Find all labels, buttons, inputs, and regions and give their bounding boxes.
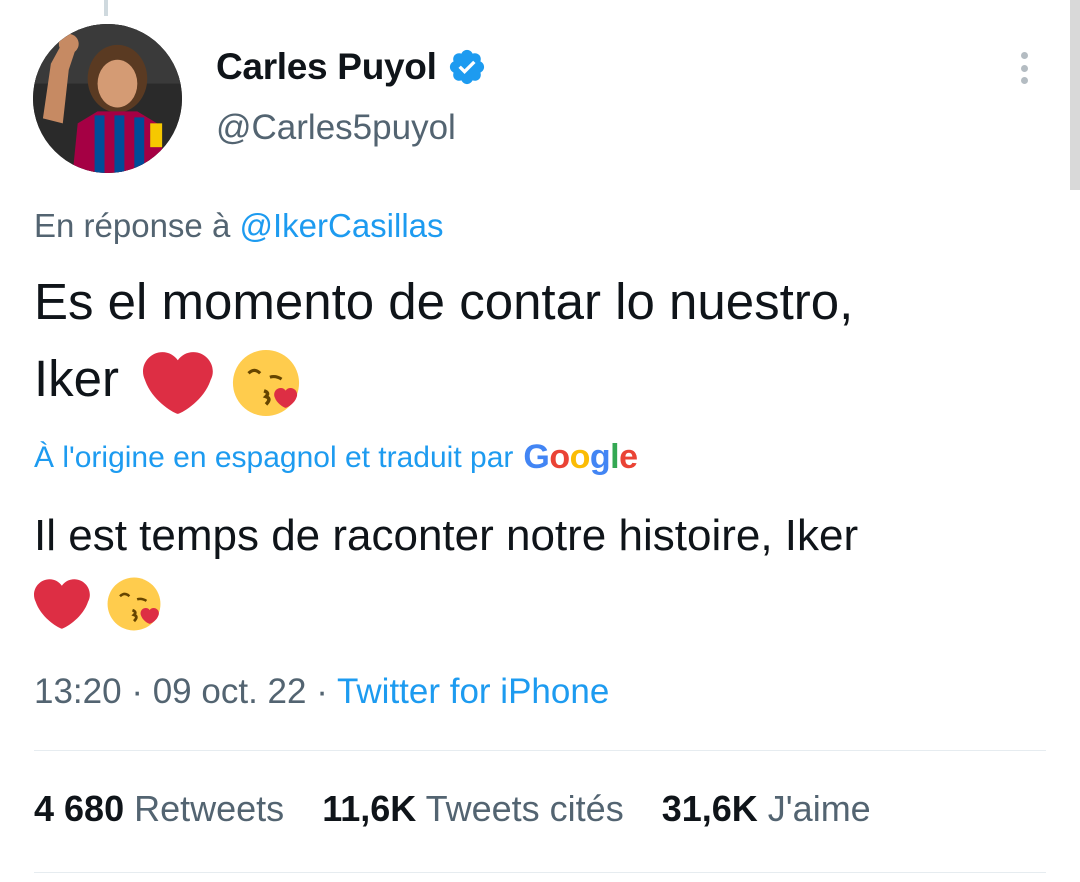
meta-separator: · bbox=[131, 672, 143, 711]
tweet-line-1: Es el momento de contar lo nuestro, bbox=[34, 273, 854, 330]
tweet-text: Es el momento de contar lo nuestro, Iker bbox=[34, 263, 1044, 418]
tweet-time[interactable]: 13:20 bbox=[34, 672, 122, 711]
red-heart-icon bbox=[143, 351, 214, 415]
divider bbox=[34, 872, 1046, 873]
retweets-stat[interactable]: 4 680 Retweets bbox=[34, 788, 284, 830]
likes-stat[interactable]: 31,6K J'aime bbox=[662, 788, 871, 830]
thread-connector-line bbox=[104, 0, 108, 16]
tweet-source-link[interactable]: Twitter for iPhone bbox=[337, 672, 609, 711]
author-handle[interactable]: @Carles5puyol bbox=[216, 108, 456, 148]
meta-separator: · bbox=[316, 672, 328, 711]
avatar[interactable] bbox=[33, 24, 182, 173]
translation-notice: À l'origine en espagnol et traduit par G… bbox=[34, 438, 638, 477]
scrollbar[interactable] bbox=[1070, 0, 1080, 190]
tweet-line-2: Iker bbox=[34, 350, 120, 407]
author-name[interactable]: Carles Puyol bbox=[216, 46, 437, 88]
avatar-image bbox=[33, 24, 182, 173]
translation-notice-text: À l'origine en espagnol et traduit par bbox=[34, 440, 514, 474]
verified-badge-icon bbox=[447, 47, 487, 87]
red-heart-icon bbox=[34, 578, 90, 630]
tweet-date[interactable]: 09 oct. 22 bbox=[153, 672, 307, 711]
translated-tweet-text: Il est temps de raconter notre histoire,… bbox=[34, 503, 1044, 635]
reply-prefix: En réponse à bbox=[34, 207, 231, 244]
more-options-icon[interactable] bbox=[1012, 48, 1036, 88]
engagement-stats: 4 680 Retweets 11,6K Tweets cités 31,6K … bbox=[34, 788, 871, 830]
translated-line: Il est temps de raconter notre histoire,… bbox=[34, 511, 859, 560]
reply-context: En réponse à @IkerCasillas bbox=[34, 207, 444, 245]
quote-tweets-stat[interactable]: 11,6K Tweets cités bbox=[322, 788, 624, 830]
face-blowing-kiss-icon bbox=[231, 348, 301, 418]
reply-mention-link[interactable]: @IkerCasillas bbox=[239, 207, 443, 244]
google-logo[interactable]: Google bbox=[523, 438, 638, 477]
tweet-metadata: 13:20 · 09 oct. 22 · Twitter for iPhone bbox=[34, 672, 609, 712]
divider bbox=[34, 750, 1046, 751]
face-blowing-kiss-icon bbox=[106, 576, 162, 632]
